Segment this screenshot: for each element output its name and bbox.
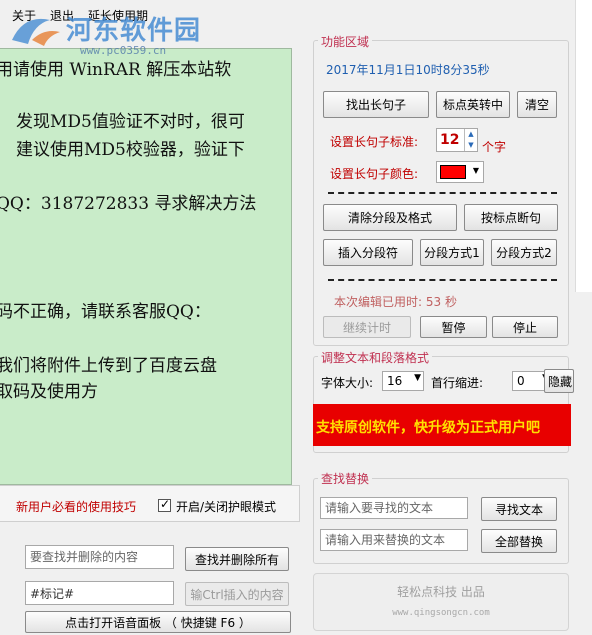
clear-button[interactable]: 清空	[517, 91, 557, 118]
current-datetime: 2017年11月1日10时8分35秒	[326, 63, 490, 77]
unit-chars-label: 个字	[482, 140, 507, 154]
tag-input[interactable]	[25, 581, 174, 605]
font-size-value: 16	[387, 374, 403, 388]
remove-paragraph-format-button[interactable]: 清除分段及格式	[323, 204, 457, 231]
punct-english-to-chinese-button[interactable]: 标点英转中	[436, 91, 510, 118]
edit-time-label: 本次编辑已用时: 53 秒	[334, 295, 457, 309]
footer-url: www.qingsongcn.com	[392, 608, 490, 618]
editor-line: QQ：3187272833 寻求解决方法	[0, 194, 257, 214]
indent-label: 首行缩进:	[431, 376, 484, 390]
checkmark-icon: ✓	[160, 497, 171, 511]
right-scrollbar[interactable]	[575, 0, 592, 292]
replace-text-input[interactable]	[320, 529, 468, 551]
divider	[328, 192, 557, 194]
split-mode-2-button[interactable]: 分段方式2	[491, 239, 557, 266]
font-size-label: 字体大小:	[321, 376, 374, 390]
upgrade-banner-text: 支持原创软件，快升级为正式用户吧	[316, 420, 540, 436]
upgrade-banner[interactable]: 支持原创软件，快升级为正式用户吧	[313, 404, 571, 446]
open-voice-panel-button[interactable]: 点击打开语音面板 （ 快捷键 F6 ）	[25, 611, 291, 633]
find-text-button[interactable]: 寻找文本	[481, 497, 557, 521]
spinner-value: 12	[440, 132, 460, 148]
eye-mode-checkbox[interactable]: ✓	[158, 497, 171, 512]
editor-line: 码不正确，请联系客服QQ：	[0, 302, 211, 322]
editor-line: 建议使用MD5校验器，验证下	[16, 140, 245, 160]
hide-button[interactable]: 隐藏	[544, 369, 574, 393]
spinner-down-icon[interactable]: ▼	[464, 140, 477, 151]
long-sentence-standard-label: 设置长句子标准:	[330, 135, 419, 149]
replace-all-button[interactable]: 全部替换	[481, 529, 557, 553]
watermark-url: www.pc0359.cn	[80, 44, 167, 57]
find-text-input[interactable]	[320, 497, 468, 519]
watermark-logo-icon	[12, 18, 60, 46]
footer-brand: 轻松点科技 出品	[397, 585, 485, 599]
editor-line: 取码及使用方	[0, 382, 98, 402]
dropdown-arrow-icon: ▼	[472, 166, 479, 175]
indent-value: 0	[517, 374, 525, 388]
long-sentence-color-label: 设置长句子颜色:	[330, 167, 419, 181]
ctrl-insert-content-button[interactable]: 输Ctrl插入的内容	[185, 582, 289, 606]
long-sentence-standard-spinner[interactable]: 12 ▲ ▼	[436, 128, 478, 152]
break-by-punctuation-button[interactable]: 按标点断句	[464, 204, 558, 231]
editor-line: 用请使用 WinRAR 解压本站软	[0, 60, 232, 80]
text-editor[interactable]: 用请使用 WinRAR 解压本站软 发现MD5值验证不对时，很可 建议使用MD5…	[0, 48, 292, 485]
function-area-title: 功能区域	[318, 33, 373, 50]
adjust-format-title: 调整文本和段落格式	[318, 349, 433, 366]
continue-timer-button[interactable]: 继续计时	[323, 316, 411, 338]
footer-box: 轻松点科技 出品 www.qingsongcn.com	[313, 573, 569, 631]
editor-line: 我们将附件上传到了百度云盘	[0, 356, 217, 376]
split-mode-1-button[interactable]: 分段方式1	[420, 239, 484, 266]
editor-line: 发现MD5值验证不对时，很可	[16, 112, 245, 132]
font-size-select[interactable]: 16 ▼	[382, 371, 424, 391]
pause-button[interactable]: 暂停	[420, 316, 487, 338]
watermark-site-name: 河东软件园	[66, 16, 202, 46]
find-replace-title: 查找替换	[318, 470, 373, 487]
eye-mode-label: 开启/关闭护眼模式	[176, 500, 277, 514]
delete-content-input[interactable]	[25, 545, 174, 569]
stop-button[interactable]: 停止	[492, 316, 558, 338]
usage-tips-link[interactable]: 新用户必看的使用技巧	[16, 498, 136, 515]
color-swatch	[440, 165, 466, 179]
spinner-up-icon[interactable]: ▲	[464, 129, 477, 140]
divider	[328, 279, 557, 281]
chevron-down-icon: ▼	[414, 373, 421, 383]
long-sentence-color-picker[interactable]: ▼	[436, 161, 484, 183]
find-long-sentence-button[interactable]: 找出长句子	[323, 91, 429, 118]
find-and-delete-all-button[interactable]: 查找并删除所有	[185, 547, 289, 571]
insert-separator-button[interactable]: 插入分段符	[323, 239, 413, 266]
